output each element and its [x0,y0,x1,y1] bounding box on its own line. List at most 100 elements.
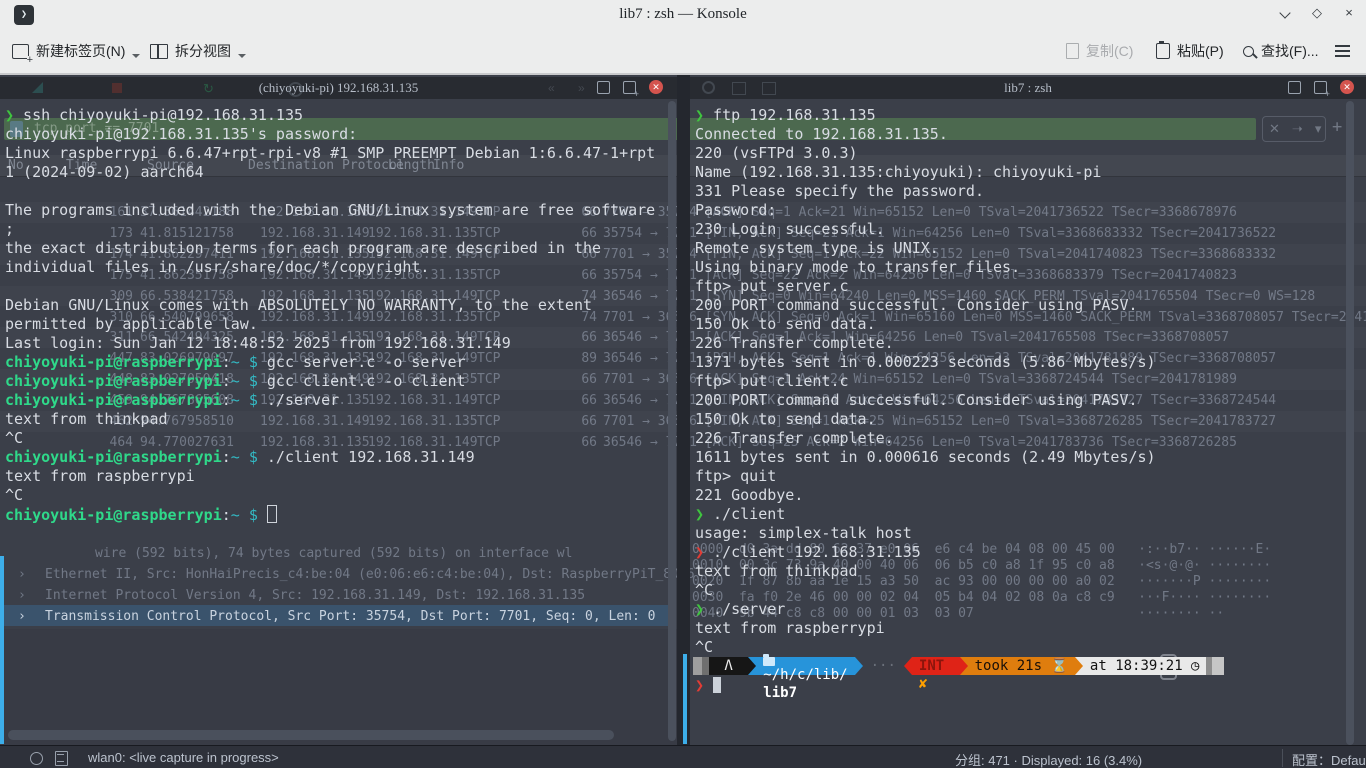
terminal-line: text from raspberrypi [5,467,195,486]
close-icon[interactable]: × [1340,4,1358,22]
close-pane-icon[interactable]: ✕ [1340,80,1354,94]
terminal-line: Debian GNU/Linux comes with ABSOLUTELY N… [5,296,592,315]
focus-strip-divider [683,654,687,744]
terminal-text: Last login: Sun Jan 12 18:48:52 2025 fro… [5,334,511,352]
terminal-text: : [222,372,231,390]
terminal-line: ❯ [695,676,721,695]
terminal-text: Connected to 192.168.31.135. [695,125,948,143]
exit-status-segment: INT ✘ [912,657,960,675]
terminal-text: chiyoyuki-pi@raspberrypi [5,391,222,409]
terminal-line: Using binary mode to transfer files. [695,258,1020,277]
paste-label: 粘贴(P) [1177,41,1224,61]
close-pane-icon[interactable]: ✕ [649,80,663,94]
zoom-icon [702,81,715,94]
detach-tab-icon[interactable] [623,81,636,94]
powerline-separator [855,657,863,675]
copy-label: 复制(C) [1086,41,1133,61]
find-button[interactable]: 查找(F)... [1243,38,1319,64]
terminal-text: text from raspberrypi [695,619,885,637]
copy-button[interactable]: 复制(C) [1066,38,1133,64]
konsole-window: ❯ lib7 : zsh — Konsole ◇ × 新建标签页(N) 拆分视图… [0,0,1366,768]
paste-button[interactable]: 粘贴(P) [1156,38,1224,64]
terminal-text: 150 Ok to send data. [695,410,876,428]
left-pane-tab[interactable]: ↻ « » (chiyoyuki-pi) 192.168.31.135 ✕ [0,77,677,99]
terminal-text: chiyoyuki-pi@raspberrypi [5,353,222,371]
maximize-icon[interactable]: ◇ [1308,4,1326,22]
terminal-text: ftp> put server.c [695,277,849,295]
terminal-text: $ [249,391,258,409]
os-segment: Λ [709,657,748,675]
stop-capture-icon [112,83,122,93]
find-label: 查找(F)... [1261,41,1319,61]
terminal-line: 226 Transfer complete. [695,334,894,353]
terminal-line: individual files in /usr/share/doc/*/cop… [5,258,429,277]
copy-icon [1066,43,1079,59]
detach-tab-icon[interactable] [1314,81,1327,94]
terminal-text: ❯ [695,600,704,618]
capture-status-icon[interactable] [30,752,43,765]
titlebar[interactable]: ❯ lib7 : zsh — Konsole ◇ × [0,0,1366,30]
statusbar-separator [1282,749,1283,767]
wireshark-fin-icon [32,82,43,93]
terminal-line: 200 PORT command successful. Consider us… [695,391,1138,410]
terminal-text: ^C [695,638,713,656]
powerline-separator [748,657,756,675]
gear-icon [288,82,303,97]
chevron-down-icon [132,54,140,58]
nav-forward-icon: » [578,81,585,95]
terminal-line: 150 Ok to send data. [695,410,876,429]
left-pane-title: (chiyoyuki-pi) 192.168.31.135 [0,80,677,96]
terminal-line: 200 PORT command successful. Consider us… [695,296,1138,315]
terminal-line: ❯ ./server [695,600,785,619]
terminal-text: text from thinkpad [5,410,168,428]
minimize-icon[interactable] [1276,4,1294,22]
separator-dots: ··· [863,657,904,675]
terminal-line: chiyoyuki-pi@raspberrypi:~ $ gcc client.… [5,372,466,391]
terminal-line: 150 Ok to send data. [695,315,876,334]
profile-text[interactable]: 配置：Defau [1292,750,1366,768]
terminal-left[interactable]: ❯ ssh chiyoyuki-pi@192.168.31.135chiyoyu… [0,99,677,768]
terminal-text: chiyoyuki-pi@raspberrypi [5,448,222,466]
terminal-text: individual files in /usr/share/doc/*/cop… [5,258,429,276]
split-view-icon [150,44,168,59]
terminal-text: 226 Transfer complete. [695,334,894,352]
capture-comment-icon[interactable] [55,751,68,766]
terminal-line: 1371 bytes sent in 0.000223 seconds (5.8… [695,353,1156,372]
search-icon [1243,46,1254,57]
new-tab-label: 新建标签页(N) [36,41,125,61]
text-cursor [267,505,277,523]
terminal-text: ftp> put client.c [695,372,849,390]
terminal-line: permitted by applicable law. [5,315,258,334]
powerline-separator [960,657,968,675]
terminal-line: ❯ ftp 192.168.31.135 [695,106,876,125]
terminal-line: Password: [695,201,776,220]
terminal-text: $ [249,506,258,524]
maximize-pane-icon[interactable] [597,81,610,94]
nav-back-icon: « [548,81,555,95]
terminal-text: Debian GNU/Linux comes with ABSOLUTELY N… [5,296,592,314]
maximize-pane-icon[interactable] [1288,81,1301,94]
new-tab-icon [12,44,29,59]
terminal-right[interactable]: ❯ ftp 192.168.31.135Connected to 192.168… [690,99,1366,768]
split-view-button[interactable]: 拆分视图 [150,38,246,64]
new-tab-button[interactable]: 新建标签页(N) [12,38,140,64]
prompt-block [702,657,709,675]
terminal-text: gcc client.c -o client [258,372,466,390]
terminal-line: Name (192.168.31.135:chiyoyuki): chiyoyu… [695,163,1101,182]
terminal-text: 221 Goodbye. [695,486,803,504]
right-pane-tab[interactable]: lib7 : zsh ✕ [690,77,1366,99]
terminal-text: ^C [5,429,23,447]
left-terminal-scrollbar[interactable] [668,101,676,741]
terminal-text: 331 Please specify the password. [695,182,984,200]
terminal-text [258,506,267,524]
menu-button[interactable] [1335,38,1350,64]
terminal-text: chiyoyuki-pi@raspberrypi [5,372,222,390]
terminal-line: 331 Please specify the password. [695,182,984,201]
right-terminal-scrollbar[interactable] [1346,101,1354,745]
terminal-line: chiyoyuki-pi@192.168.31.135's password: [5,125,357,144]
terminal-line: ftp> put client.c [695,372,849,391]
terminal-text: ./client 192.168.31.149 [258,448,475,466]
terminal-line: ^C [695,638,713,657]
terminal-text: : [222,353,231,371]
terminal-text: 200 PORT command successful. Consider us… [695,296,1138,314]
